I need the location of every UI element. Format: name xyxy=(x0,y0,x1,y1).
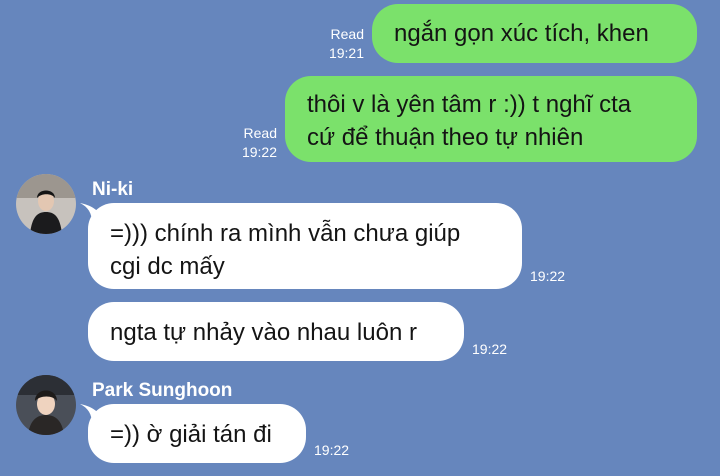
message-time: 19:22 xyxy=(314,442,350,458)
avatar-icon xyxy=(16,174,76,234)
chat-screen: { "colors": { "background": "#6686bd", "… xyxy=(0,0,720,476)
message-text: ngắn gọn xúc tích, khen xyxy=(394,20,649,47)
avatar[interactable] xyxy=(16,174,76,234)
avatar-icon xyxy=(16,375,76,435)
avatar[interactable] xyxy=(16,375,76,435)
sender-name: Ni-ki xyxy=(92,179,134,200)
message-text: ngta tự nhảy vào nhau luôn r xyxy=(110,319,417,346)
message-time: 19:22 xyxy=(241,144,277,160)
incoming-message-bubble[interactable]: ngta tự nhảy vào nhau luôn r xyxy=(88,302,464,361)
message-text-line: cứ để thuận theo tự nhiên xyxy=(307,124,584,151)
read-receipt: Read xyxy=(243,125,277,141)
message-text: =)) ờ giải tán đi xyxy=(110,421,272,448)
incoming-message-bubble[interactable]: =))) chính ra mình vẫn chưa giúp cgi dc … xyxy=(88,203,522,289)
message-meta: Read 19:22 xyxy=(235,124,277,162)
outgoing-message-bubble[interactable]: ngắn gọn xúc tích, khen xyxy=(372,4,697,63)
message-text-line: =))) chính ra mình vẫn chưa giúp xyxy=(110,220,461,247)
message-time: 19:21 xyxy=(328,45,364,61)
sender-name: Park Sunghoon xyxy=(92,380,233,401)
message-text-line: cgi dc mấy xyxy=(110,253,225,280)
message-meta: Read 19:21 xyxy=(322,25,364,63)
incoming-message-bubble[interactable]: =)) ờ giải tán đi xyxy=(88,404,306,463)
message-time: 19:22 xyxy=(472,341,508,357)
read-receipt: Read xyxy=(330,26,364,42)
outgoing-message-bubble[interactable]: thôi v là yên tâm r :)) t nghĩ cta cứ để… xyxy=(285,76,697,162)
message-time: 19:22 xyxy=(530,268,566,284)
message-text-line: thôi v là yên tâm r :)) t nghĩ cta xyxy=(307,91,632,118)
